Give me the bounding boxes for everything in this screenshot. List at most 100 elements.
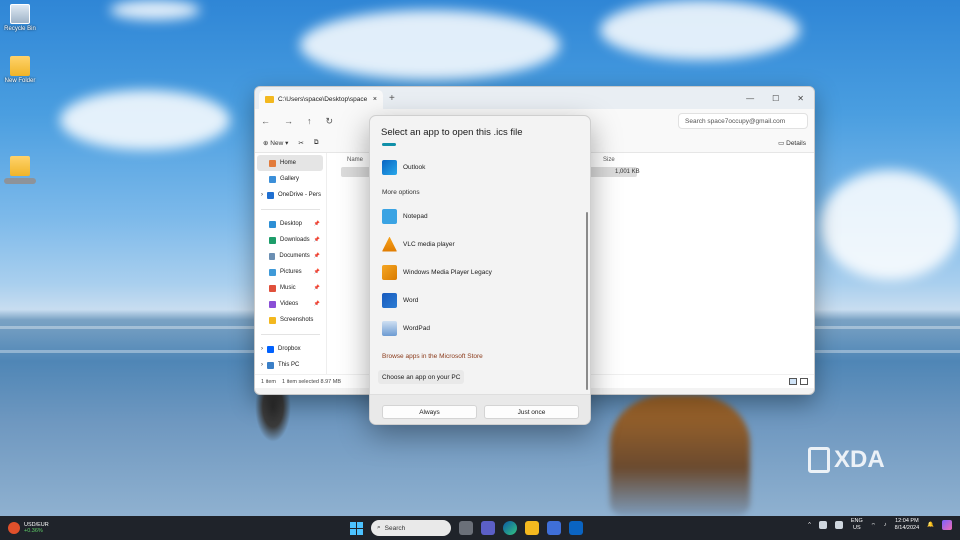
app-option-word[interactable]: Word bbox=[370, 288, 590, 312]
tray-icon[interactable] bbox=[834, 521, 843, 529]
new-button[interactable]: ⊕ New ▾ bbox=[263, 139, 288, 147]
pin-icon: 📌 bbox=[313, 253, 320, 259]
choose-app-button[interactable]: Choose an app on your PC bbox=[378, 370, 465, 384]
pin-icon: 📌 bbox=[313, 237, 320, 243]
stock-widget[interactable]: USD/EUR +0.36% bbox=[8, 522, 49, 534]
copy-icon[interactable]: ⧉ bbox=[314, 139, 319, 147]
clock[interactable]: 12:04 PM 8/14/2024 bbox=[895, 518, 919, 532]
task-view-icon[interactable] bbox=[459, 521, 473, 535]
up-icon[interactable]: ↑ bbox=[307, 116, 312, 126]
start-button[interactable] bbox=[350, 521, 363, 535]
divider bbox=[261, 209, 320, 210]
app-option-wordpad[interactable]: WordPad bbox=[370, 316, 590, 340]
just-once-button[interactable]: Just once bbox=[484, 405, 579, 419]
sidebar-item-videos[interactable]: Videos 📌 bbox=[255, 296, 326, 312]
start-icon-square bbox=[357, 528, 363, 535]
wifi-icon[interactable]: ⌔ bbox=[871, 522, 876, 529]
explorer-tab[interactable]: C:\Users\space\Desktop\space × bbox=[259, 90, 383, 109]
sidebar-item-screenshots[interactable]: Screenshots bbox=[255, 312, 326, 328]
details-button[interactable]: ▭ Details bbox=[778, 139, 806, 147]
sidebar-item-pictures[interactable]: Pictures 📌 bbox=[255, 264, 326, 280]
file-size: 1,001 KB bbox=[615, 169, 640, 175]
minimize-icon[interactable]: — bbox=[746, 94, 754, 103]
desktop-icon-renaming-folder[interactable] bbox=[0, 156, 40, 184]
document-icon bbox=[269, 252, 276, 260]
computer-icon bbox=[267, 361, 274, 369]
always-button[interactable]: Always bbox=[382, 405, 477, 419]
app-option-vlc[interactable]: VLC media player bbox=[370, 232, 590, 256]
copilot-icon[interactable] bbox=[942, 520, 952, 530]
forward-icon[interactable]: → bbox=[284, 116, 293, 126]
date: 8/14/2024 bbox=[894, 525, 920, 531]
home-icon bbox=[269, 159, 276, 167]
divider bbox=[261, 334, 320, 335]
sidebar-item-home[interactable]: Home bbox=[257, 155, 323, 171]
new-label: New bbox=[270, 139, 284, 147]
app-icon[interactable] bbox=[547, 521, 561, 535]
volume-icon[interactable]: ♪ bbox=[884, 522, 887, 528]
tiles-view-icon[interactable] bbox=[800, 378, 808, 385]
sidebar-item-label: Pictures bbox=[280, 269, 302, 275]
open-with-dialog: Select an app to open this .ics file Out… bbox=[369, 115, 591, 425]
watermark-text: XDA bbox=[834, 446, 885, 473]
sidebar-item-dropbox[interactable]: › Dropbox bbox=[255, 341, 326, 357]
edge-icon[interactable] bbox=[503, 521, 517, 535]
notepad-icon bbox=[382, 208, 397, 224]
folder-icon bbox=[265, 96, 274, 103]
taskbar-search[interactable]: ⌕ Search bbox=[371, 520, 451, 536]
scrollbar[interactable] bbox=[586, 212, 588, 390]
cloud bbox=[820, 170, 960, 280]
sidebar-item-music[interactable]: Music 📌 bbox=[255, 280, 326, 296]
new-tab-button[interactable]: + bbox=[389, 93, 395, 104]
app-option-wmp-legacy[interactable]: Windows Media Player Legacy bbox=[370, 260, 590, 284]
cut-icon[interactable]: ✂ bbox=[298, 139, 303, 147]
desktop-icon-recycle-bin[interactable]: Recycle Bin bbox=[0, 4, 40, 32]
column-header-name[interactable]: Name bbox=[347, 157, 363, 163]
app-option-outlook[interactable]: Outlook bbox=[370, 155, 590, 179]
dialog-title: Select an app to open this .ics file bbox=[381, 127, 523, 138]
language-indicator[interactable]: ENG US bbox=[851, 518, 863, 532]
desktop-icon-label: Recycle Bin bbox=[4, 26, 36, 32]
sidebar-item-this-pc[interactable]: › This PC bbox=[255, 357, 326, 373]
details-view-icon[interactable] bbox=[789, 378, 797, 385]
selection-info: 1 item selected 8.97 MB bbox=[281, 378, 341, 385]
stock-icon bbox=[8, 522, 20, 534]
refresh-icon[interactable]: ↻ bbox=[326, 116, 334, 127]
search-placeholder: Search bbox=[384, 524, 406, 532]
title-accent bbox=[382, 143, 396, 146]
sidebar-item-downloads[interactable]: Downloads 📌 bbox=[255, 232, 326, 248]
close-tab-icon[interactable]: × bbox=[373, 96, 377, 103]
search-input[interactable]: Search space7occupy@gmail.com bbox=[678, 113, 808, 129]
sidebar-item-desktop[interactable]: Desktop 📌 bbox=[255, 216, 326, 232]
sidebar-item-onedrive[interactable]: › OneDrive - Pers bbox=[255, 187, 326, 203]
folder-icon bbox=[10, 56, 30, 76]
rename-field[interactable] bbox=[4, 178, 36, 184]
column-header-size[interactable]: Size bbox=[603, 157, 615, 163]
sidebar-item-gallery[interactable]: Gallery bbox=[255, 171, 326, 187]
rock-reflection bbox=[610, 395, 750, 516]
pin-icon: 📌 bbox=[313, 221, 320, 227]
outlook-taskbar-icon[interactable] bbox=[569, 521, 583, 535]
tray-icon[interactable] bbox=[818, 521, 827, 529]
notification-bell-icon[interactable]: 🔔 bbox=[927, 522, 934, 528]
cloud bbox=[600, 0, 800, 60]
cloud bbox=[60, 90, 230, 150]
cloud bbox=[300, 10, 560, 80]
system-tray: ^ ENG US ⌔ ♪ 12:04 PM 8/14/2024 🔔 bbox=[808, 518, 952, 532]
close-icon[interactable]: ✕ bbox=[797, 94, 804, 103]
app-option-notepad[interactable]: Notepad bbox=[370, 204, 590, 228]
person-silhouette bbox=[255, 392, 291, 442]
file-explorer-icon[interactable] bbox=[525, 521, 539, 535]
sidebar-item-label: Desktop bbox=[280, 221, 303, 227]
desktop-icon-new-folder[interactable]: New Folder bbox=[0, 56, 40, 84]
start-icon-square bbox=[357, 521, 363, 528]
sidebar-item-documents[interactable]: Documents 📌 bbox=[255, 248, 326, 264]
teams-icon[interactable] bbox=[481, 521, 495, 535]
back-icon[interactable]: ← bbox=[261, 116, 270, 126]
dropbox-icon bbox=[267, 345, 274, 353]
desktop-icon bbox=[269, 220, 276, 228]
widget-value: +0.36% bbox=[24, 528, 43, 534]
maximize-icon[interactable]: ☐ bbox=[772, 94, 779, 103]
store-link[interactable]: Browse apps in the Microsoft Store bbox=[382, 353, 483, 360]
chevron-up-icon[interactable]: ^ bbox=[808, 522, 811, 528]
